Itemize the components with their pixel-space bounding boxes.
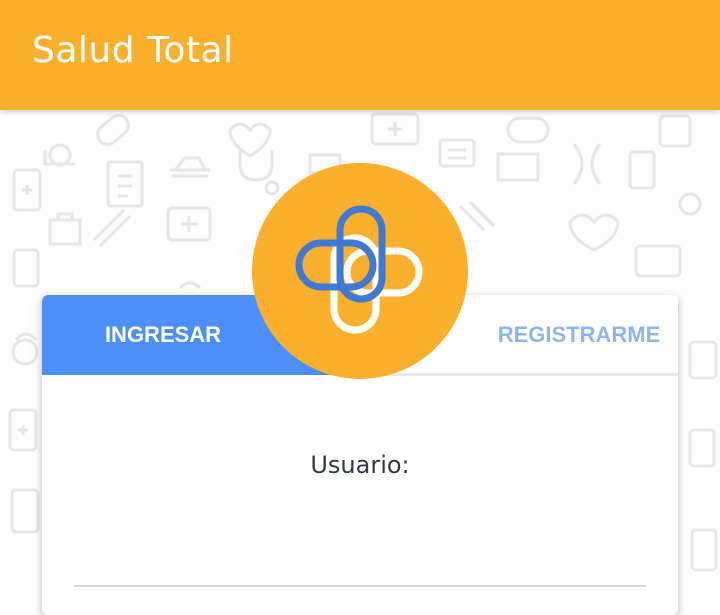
app-logo	[252, 163, 468, 379]
tab-login-label: INGRESAR	[104, 322, 222, 347]
app-bar: Salud Total	[0, 0, 720, 110]
app-title: Salud Total	[32, 30, 234, 71]
username-input[interactable]	[74, 585, 646, 587]
medical-cross-logo-icon	[295, 205, 423, 334]
username-label: Usuario:	[310, 451, 410, 479]
tab-register-label: REGISTRARME	[497, 322, 661, 347]
